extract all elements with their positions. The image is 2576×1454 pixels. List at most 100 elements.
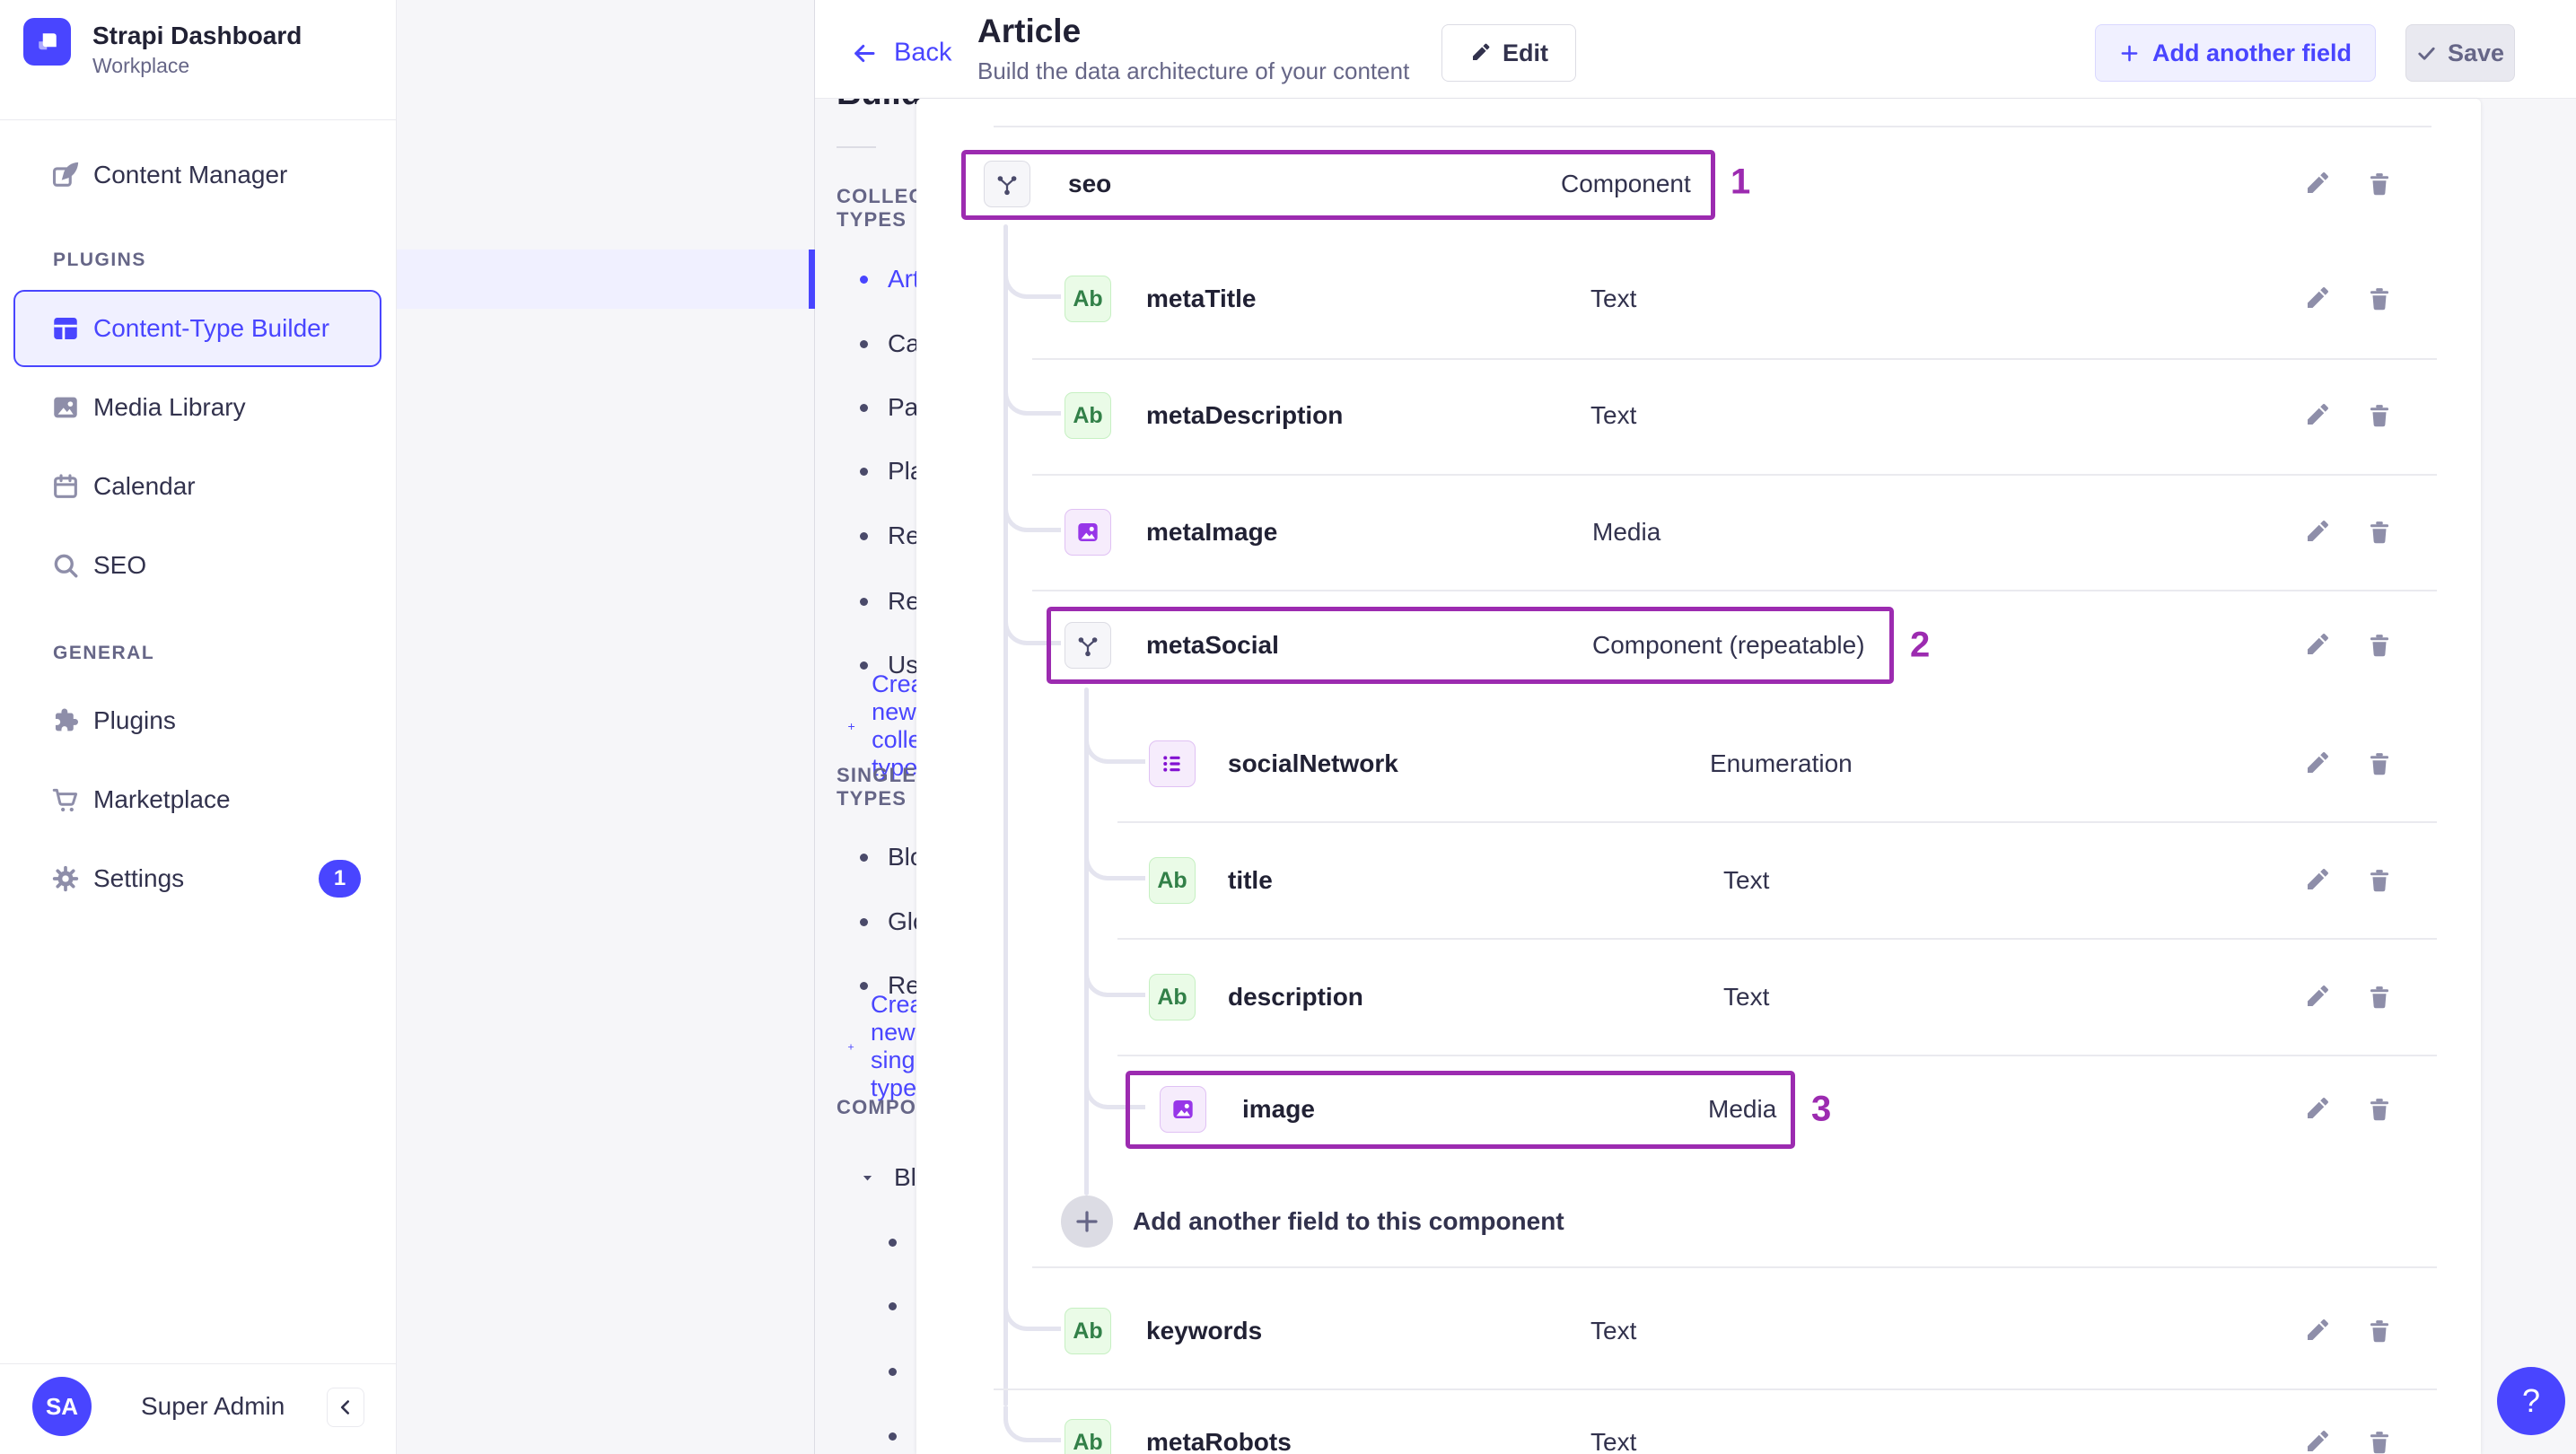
selected-row-highlight [397,250,815,309]
delete-field-button[interactable] [2363,748,2396,780]
sidebar-item-content-type-builder[interactable]: Content-Type Builder [13,290,381,367]
tree-elbow [1003,1295,1061,1331]
bullet-icon [860,981,868,990]
chevron-down-icon [860,1170,875,1186]
sidebar-item-media-library[interactable]: Media Library [50,392,246,423]
edit-field-button[interactable] [2300,1315,2333,1347]
pencil-icon [2303,285,2330,312]
add-field-to-component-button[interactable] [1061,1196,1113,1248]
row-divider [1032,358,2437,360]
ab-icon: Ab [1073,1318,1103,1344]
sidebar-item-label: Content-Type Builder [93,314,330,342]
add-field-to-component-label[interactable]: Add another field to this component [1133,1207,1564,1236]
field-name: metaSocial [1146,631,1279,659]
plus-icon [847,716,855,737]
sidebar-item-label: Media Library [93,393,246,421]
arrow-left-icon [851,39,878,66]
field-type: Enumeration [1710,749,1853,777]
sidebar-item-label: SEO [93,551,147,579]
sidebar-item-content-manager[interactable]: Content Manager [50,160,287,190]
selected-row-bar [809,250,815,309]
bullet-icon [860,661,868,670]
help-button[interactable]: ? [2497,1367,2565,1435]
component-field-icon [1065,622,1111,669]
collapse-sidebar-button[interactable] [327,1388,364,1427]
plugins-section-label: PLUGINS [53,250,146,270]
edit-field-button[interactable] [2300,981,2333,1013]
pencil-icon [1469,42,1491,64]
pencil-icon [2303,1096,2330,1123]
sidebar-item-settings[interactable]: Settings [50,863,184,894]
app-name: Strapi Dashboard [92,22,302,49]
bullet-icon [860,853,868,862]
edit-field-button[interactable] [2300,629,2333,661]
delete-field-button[interactable] [2363,629,2396,661]
back-label: Back [894,38,952,67]
delete-field-button[interactable] [2363,168,2396,200]
delete-field-button[interactable] [2363,1315,2396,1347]
field-type: Media [1708,1095,1777,1123]
ab-icon: Ab [1157,867,1187,893]
delete-field-button[interactable] [2363,1093,2396,1126]
add-field-label: Add another field [2152,39,2352,66]
delete-field-button[interactable] [2363,399,2396,432]
sidebar-item-plugins[interactable]: Plugins [50,705,176,736]
field-type: Component (repeatable) [1592,631,1865,659]
trash-icon [2366,867,2393,894]
edit-label: Edit [1503,39,1548,66]
pencil-icon [2303,402,2330,429]
subnav-divider [837,146,876,148]
sidebar-item-calendar[interactable]: Calendar [50,471,196,502]
trash-icon [2366,632,2393,659]
delete-field-button[interactable] [2363,516,2396,548]
sidebar-item-seo[interactable]: SEO [50,550,146,581]
pencil-icon [2303,632,2330,659]
field-name: metaRobots [1146,1428,1292,1454]
pencil-icon [2303,984,2330,1011]
trash-icon [2366,171,2393,197]
bullet-icon [860,531,868,540]
field-name: image [1242,1095,1315,1123]
list-icon [1158,749,1187,778]
edit-field-button[interactable] [2300,283,2333,315]
edit-field-button[interactable] [2300,516,2333,548]
component-icon [993,170,1021,198]
edit-button[interactable]: Edit [1441,24,1576,82]
sidebar-item-marketplace[interactable]: Marketplace [50,784,231,815]
ab-icon: Ab [1073,285,1103,311]
check-icon [2416,43,2437,64]
picture-icon [1169,1095,1197,1124]
field-type: Text [1723,983,1770,1011]
trash-icon [2366,984,2393,1011]
delete-field-button[interactable] [2363,1426,2396,1454]
annotation-number-2: 2 [1910,625,1931,665]
component-field-icon [984,161,1030,207]
calendar-icon [50,471,81,502]
tree-elbow [1003,380,1061,416]
text-field-icon: Ab [1065,392,1111,439]
trash-icon [2366,519,2393,546]
edit-field-button[interactable] [2300,748,2333,780]
picture-icon [50,392,81,423]
trash-icon [2366,1096,2393,1123]
bullet-icon [860,275,868,284]
save-button[interactable]: Save [2405,24,2515,82]
pencil-icon [2303,171,2330,197]
edit-field-button[interactable] [2300,168,2333,200]
edit-field-button[interactable] [2300,864,2333,897]
edit-field-button[interactable] [2300,1093,2333,1126]
back-button[interactable]: Back [851,39,951,68]
edit-field-button[interactable] [2300,399,2333,432]
plus-icon [1073,1208,1100,1235]
tree-elbow [1084,728,1145,764]
builder-subnav: Content-Type Builder COLLECTION TYPES 7 … [397,0,1186,1454]
delete-field-button[interactable] [2363,981,2396,1013]
edit-field-button[interactable] [2300,1426,2333,1454]
add-another-field-button[interactable]: Add another field [2095,24,2376,82]
delete-field-button[interactable] [2363,864,2396,897]
tree-elbow [1003,496,1061,532]
pencil-icon [2303,1429,2330,1454]
row-divider [1032,1266,2437,1268]
cart-icon [50,784,81,815]
delete-field-button[interactable] [2363,283,2396,315]
